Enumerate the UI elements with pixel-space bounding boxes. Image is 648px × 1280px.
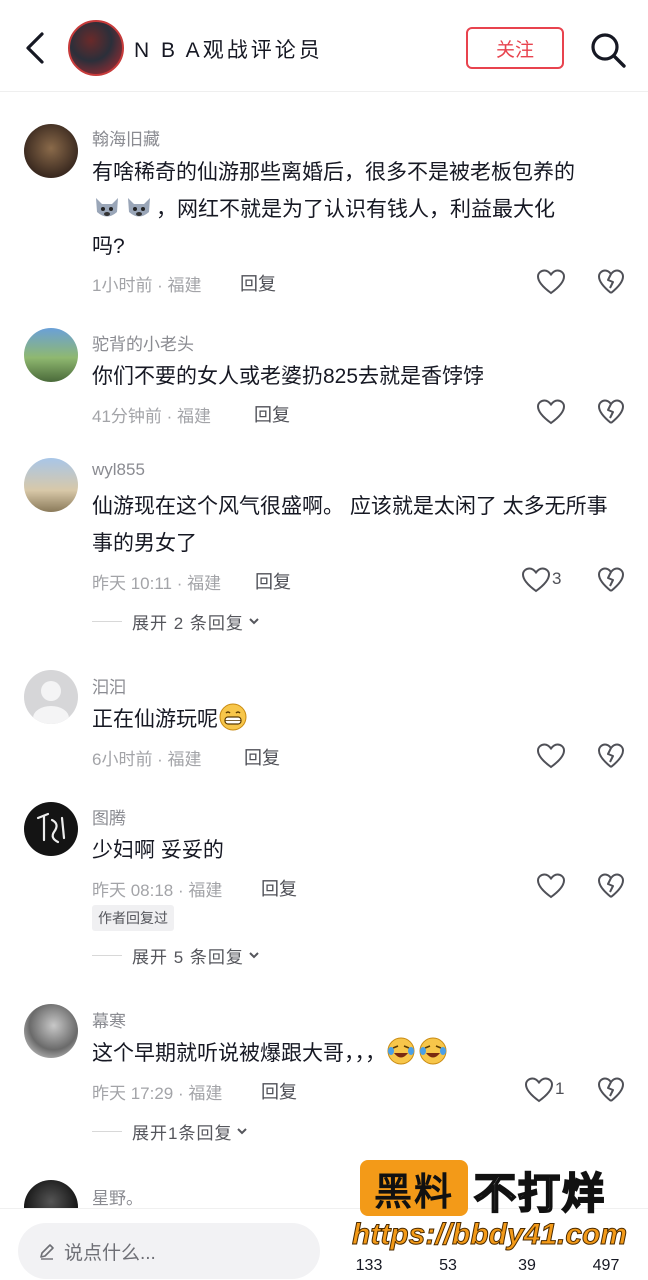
heart-icon[interactable] <box>536 742 566 770</box>
reply-button[interactable]: 回复 <box>261 1078 297 1104</box>
commenter-name[interactable]: 驼背的小老头 <box>92 330 194 355</box>
comment-meta: 昨天 17:29 · 福建 <box>92 1084 223 1103</box>
watermark-text: 不打烊 <box>473 1169 607 1218</box>
default-avatar[interactable] <box>24 670 78 724</box>
broken-heart-icon[interactable] <box>597 398 625 426</box>
like-count: 1 <box>555 1079 565 1098</box>
comment-meta: 昨天 08:18 · 福建 <box>92 881 223 900</box>
follow-button[interactable]: 关注 <box>466 27 564 69</box>
crying-laughing-emoji-icon <box>387 1037 415 1065</box>
heart-icon[interactable] <box>536 268 566 296</box>
reply-button[interactable]: 回复 <box>255 568 291 594</box>
divider-line <box>92 620 122 622</box>
expand-replies-label: 展开1条回复 <box>132 1123 233 1143</box>
broken-heart-icon[interactable] <box>597 268 625 296</box>
crying-laughing-emoji-icon <box>419 1037 447 1065</box>
chevron-down-icon <box>249 618 259 625</box>
comment-text: 你们不要的女人或老婆扔825去就是香饽饽 <box>92 365 485 388</box>
calligraphy-avatar-icon <box>36 812 66 844</box>
commenter-name[interactable]: wyl855 <box>92 460 145 480</box>
expand-replies-button[interactable]: 展开 5 条回复 <box>92 943 260 967</box>
commenter-avatar[interactable] <box>24 124 78 178</box>
back-arrow-icon[interactable] <box>18 28 54 68</box>
comment-text: 这个早期就听说被爆跟大哥，，， <box>92 1035 617 1072</box>
expand-replies-label: 展开 5 条回复 <box>132 947 244 967</box>
heart-icon[interactable] <box>536 872 566 900</box>
reply-button[interactable]: 回复 <box>261 875 297 901</box>
author-replied-badge: 作者回复过 <box>92 905 174 931</box>
comment-text: 仙游现在这个风气很盛啊。 应该就是太闲了 太多无所事事的男女了 <box>92 495 608 555</box>
comment-text-part: 正在仙游玩呢 <box>92 708 218 731</box>
commenter-name[interactable]: 图腾 <box>92 804 126 829</box>
account-avatar[interactable] <box>68 20 124 76</box>
like-count: 3 <box>552 569 562 588</box>
person-silhouette-icon <box>33 681 69 724</box>
top-bar: N B A观战评论员 关注 <box>0 0 648 92</box>
grinning-face-emoji-icon <box>219 703 247 731</box>
comment-text-part: ，网红不就是为了认识有钱人，利益最大化 <box>156 198 555 221</box>
broken-heart-icon[interactable] <box>597 1076 625 1104</box>
dog-face-emoji-icon <box>96 198 118 217</box>
chevron-down-icon <box>237 1128 248 1135</box>
divider-line <box>92 954 122 956</box>
broken-heart-icon[interactable] <box>597 566 625 594</box>
commenter-avatar[interactable] <box>24 802 78 856</box>
divider-line <box>92 1130 122 1132</box>
input-placeholder: 说点什么... <box>64 1242 156 1264</box>
broken-heart-icon[interactable] <box>597 872 625 900</box>
heart-icon[interactable] <box>521 566 551 594</box>
reply-button[interactable]: 回复 <box>254 401 290 427</box>
comment-text: 少妇啊 妥妥的 <box>92 839 224 862</box>
expand-replies-button[interactable]: 展开 2 条回复 <box>92 609 260 633</box>
broken-heart-icon[interactable] <box>597 742 625 770</box>
collect-stat-count[interactable]: 53 <box>418 1257 478 1275</box>
pencil-icon <box>40 1244 54 1260</box>
commenter-name[interactable]: 翰海旧藏 <box>92 125 160 150</box>
commenter-name[interactable]: 幕寒 <box>92 1007 126 1032</box>
dog-face-emoji-icon <box>128 198 150 217</box>
chevron-down-icon <box>249 952 259 959</box>
commenter-avatar[interactable] <box>24 328 78 382</box>
comment-meta: 6小时前 · 福建 <box>92 750 202 769</box>
comment-meta: 昨天 10:11 · 福建 <box>92 574 222 593</box>
commenter-name[interactable]: 汩汩 <box>92 673 126 698</box>
comment-input[interactable]: 说点什么... <box>18 1223 320 1279</box>
heart-icon[interactable] <box>536 398 566 426</box>
expand-replies-button[interactable]: 展开1条回复 <box>92 1119 248 1143</box>
comment-meta: 1小时前 · 福建 <box>92 276 202 295</box>
like-stat-count[interactable]: 133 <box>339 1257 399 1275</box>
comment-text: 有啥稀奇的仙游那些离婚后，很多不是被老板包养的 ，网红不就是为了认识有钱人，利益… <box>92 154 617 265</box>
commenter-avatar[interactable] <box>24 458 78 512</box>
watermark-url: https://bbdy41.com <box>351 1218 628 1252</box>
comment-text-part: 这个早期就听说被爆跟大哥，，， <box>92 1042 386 1065</box>
comment-text-part: 吗? <box>92 235 125 258</box>
account-name[interactable]: N B A观战评论员 <box>134 34 323 64</box>
watermark-logo-box: 黑料 <box>360 1160 468 1216</box>
comment-text: 正在仙游玩呢 <box>92 701 617 738</box>
commenter-name[interactable]: 星野。 <box>92 1184 143 1209</box>
commenter-avatar[interactable] <box>24 1004 78 1058</box>
reply-button[interactable]: 回复 <box>244 744 280 770</box>
expand-replies-label: 展开 2 条回复 <box>132 613 244 633</box>
share-stat-count[interactable]: 497 <box>576 1257 636 1275</box>
heart-icon[interactable] <box>524 1076 554 1104</box>
search-icon[interactable] <box>588 30 628 70</box>
comment-meta: 41分钟前 · 福建 <box>92 407 212 426</box>
comment-stat-count[interactable]: 39 <box>497 1257 557 1275</box>
reply-button[interactable]: 回复 <box>240 270 276 296</box>
comment-text-part: 有啥稀奇的仙游那些离婚后，很多不是被老板包养的 <box>92 161 575 184</box>
